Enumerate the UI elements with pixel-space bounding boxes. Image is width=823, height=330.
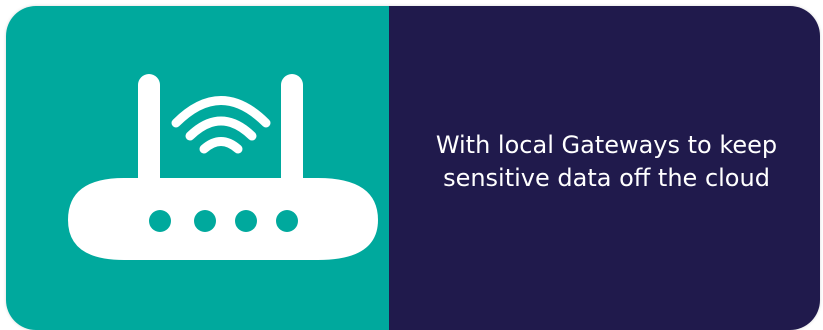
text-panel: With local Gateways to keep sensitive da… (389, 6, 820, 330)
feature-card: With local Gateways to keep sensitive da… (6, 6, 820, 330)
right-antenna-icon (281, 74, 303, 194)
left-antenna-icon (138, 74, 160, 194)
router-body-icon (68, 178, 378, 260)
caption-text: With local Gateways to keep sensitive da… (435, 131, 778, 192)
wifi-signal-icon (171, 96, 271, 154)
icon-panel (6, 6, 389, 330)
wifi-router-icon (68, 74, 378, 260)
